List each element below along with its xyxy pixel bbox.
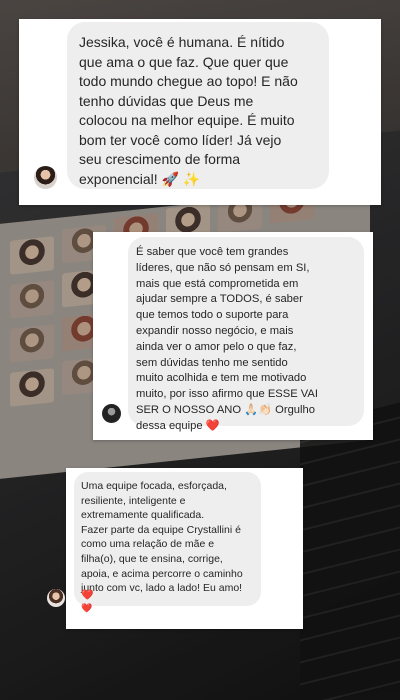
avatar xyxy=(34,166,57,189)
heart-emoji: ❤️ xyxy=(81,590,94,601)
message-card-3: Uma equipe focada, esforçada, resiliente… xyxy=(47,468,303,629)
message-bubble: Jessika, você é humana. É nítido que ama… xyxy=(67,22,329,189)
message-bubble: Uma equipe focada, esforçada, resiliente… xyxy=(74,472,261,606)
message-text: Uma equipe focada, esforçada, resiliente… xyxy=(81,480,243,595)
message-bubble: É saber que você tem grandes líderes, qu… xyxy=(128,237,364,432)
message-card-2: É saber que você tem grandes líderes, qu… xyxy=(93,232,373,440)
avatar xyxy=(47,589,65,607)
message-text: É saber que você tem grandes líderes, qu… xyxy=(136,246,318,432)
message-card-1: Jessika, você é humana. É nítido que ama… xyxy=(19,19,381,205)
message-text: Jessika, você é humana. É nítido que ama… xyxy=(79,34,298,187)
heart-reaction-icon: ❤️ xyxy=(81,603,93,613)
avatar xyxy=(102,404,121,423)
